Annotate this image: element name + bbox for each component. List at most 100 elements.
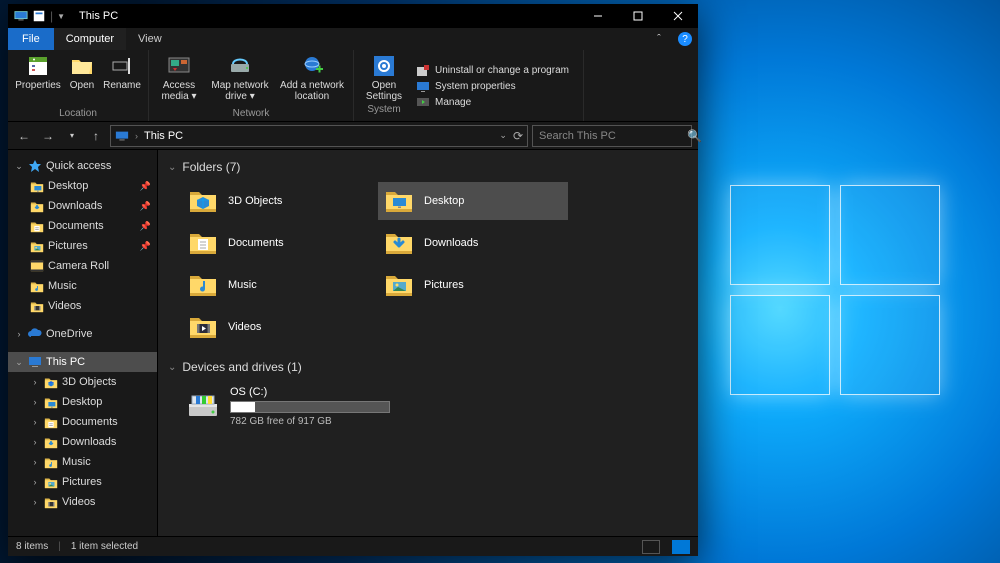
3dobjects-icon <box>44 375 58 389</box>
tab-view[interactable]: View <box>126 28 174 50</box>
navbar: ← → ▾ ↑ › This PC ⌄ ⟳ 🔍 <box>8 122 698 150</box>
status-bar: 8 items | 1 item selected <box>8 536 698 556</box>
tab-computer[interactable]: Computer <box>54 28 126 50</box>
help-button[interactable]: ? <box>672 28 698 50</box>
chevron-right-icon[interactable]: › <box>30 437 40 447</box>
sidebar-item-desktop[interactable]: Desktop📌 <box>8 176 157 196</box>
chevron-right-icon[interactable]: › <box>30 397 40 407</box>
chevron-right-icon[interactable]: › <box>30 457 40 467</box>
music-icon <box>188 270 218 300</box>
access-media-button[interactable]: Access media ▾ <box>155 52 203 106</box>
downloads-icon <box>30 199 44 213</box>
chevron-down-icon[interactable]: ⌄ <box>168 362 176 373</box>
nav-recent-button[interactable]: ▾ <box>62 126 82 146</box>
sidebar-item-music[interactable]: Music <box>8 276 157 296</box>
folder-documents[interactable]: Documents <box>182 224 372 262</box>
documents-icon <box>44 415 58 429</box>
properties-icon[interactable] <box>32 9 46 23</box>
system-properties-button[interactable]: System properties <box>416 80 569 94</box>
ribbon: Properties Open Rename Location Access m… <box>8 50 698 122</box>
folder-videos[interactable]: Videos <box>182 308 372 346</box>
open-settings-button[interactable]: Open Settings <box>360 52 408 102</box>
chevron-right-icon[interactable]: › <box>14 329 24 339</box>
ribbon-group-network: Access media ▾ Map network drive ▾ Add a… <box>149 50 354 121</box>
sidebar-item-documents[interactable]: ›Documents <box>8 412 157 432</box>
chevron-down-icon[interactable]: ⌄ <box>168 162 176 173</box>
sidebar-item-videos[interactable]: Videos <box>8 296 157 316</box>
rename-icon <box>110 54 134 78</box>
tiles-view-button[interactable] <box>672 540 690 554</box>
folder-pictures[interactable]: Pictures <box>378 266 568 304</box>
minimize-button[interactable] <box>578 4 618 28</box>
sidebar-item-documents[interactable]: Documents📌 <box>8 216 157 236</box>
content-pane[interactable]: ⌄ Folders (7) 3D ObjectsDesktopDocuments… <box>158 150 698 536</box>
nav-up-button[interactable]: ↑ <box>86 126 106 146</box>
manage-icon <box>416 96 430 110</box>
chevron-right-icon[interactable]: › <box>30 497 40 507</box>
folder-music[interactable]: Music <box>182 266 372 304</box>
chevron-right-icon[interactable]: › <box>30 417 40 427</box>
folder-downloads[interactable]: Downloads <box>378 224 568 262</box>
search-box[interactable]: 🔍 <box>532 125 692 147</box>
sidebar-item-camera-roll[interactable]: Camera Roll <box>8 256 157 276</box>
media-icon <box>167 54 191 78</box>
file-tab[interactable]: File <box>8 28 54 50</box>
properties-button[interactable]: Properties <box>14 52 62 106</box>
monitor-icon <box>416 80 430 94</box>
titlebar[interactable]: | ▼ This PC <box>8 4 698 28</box>
pin-icon: 📌 <box>140 181 151 192</box>
chevron-right-icon[interactable]: › <box>135 131 138 141</box>
tree-this-pc[interactable]: ⌄ This PC <box>8 352 157 372</box>
address-bar[interactable]: › This PC ⌄ ⟳ <box>110 125 528 147</box>
chevron-right-icon[interactable]: › <box>30 377 40 387</box>
tree-quick-access[interactable]: ⌄ Quick access <box>8 156 157 176</box>
chevron-down-icon[interactable]: ⌄ <box>14 161 24 172</box>
sidebar-item-videos[interactable]: ›Videos <box>8 492 157 512</box>
tree-onedrive[interactable]: › OneDrive <box>8 324 157 344</box>
ribbon-group-system: Open Settings System Uninstall or change… <box>354 50 584 121</box>
nav-back-button[interactable]: ← <box>14 126 34 146</box>
sidebar-item-music[interactable]: ›Music <box>8 452 157 472</box>
uninstall-icon <box>416 64 430 78</box>
search-icon[interactable]: 🔍 <box>687 129 702 143</box>
ribbon-tabs: File Computer View ˆ ? <box>8 28 698 50</box>
collapse-ribbon-button[interactable]: ˆ <box>646 28 672 50</box>
sidebar-item-desktop[interactable]: ›Desktop <box>8 392 157 412</box>
breadcrumb[interactable]: This PC <box>144 130 183 142</box>
videos-icon <box>44 495 58 509</box>
open-button[interactable]: Open <box>64 52 100 106</box>
maximize-button[interactable] <box>618 4 658 28</box>
map-network-drive-button[interactable]: Map network drive ▾ <box>205 52 275 106</box>
chevron-right-icon[interactable]: › <box>30 477 40 487</box>
folder-3dobjects[interactable]: 3D Objects <box>182 182 372 220</box>
drive-c[interactable]: OS (C:) 782 GB free of 917 GB <box>182 382 462 431</box>
sidebar-item-pictures[interactable]: ›Pictures <box>8 472 157 492</box>
manage-button[interactable]: Manage <box>416 96 569 110</box>
sidebar-item-downloads[interactable]: Downloads📌 <box>8 196 157 216</box>
address-dropdown-icon[interactable]: ⌄ <box>499 130 507 141</box>
this-pc-icon <box>28 355 42 369</box>
close-button[interactable] <box>658 4 698 28</box>
desktop-icon <box>44 395 58 409</box>
qat-dropdown-icon[interactable]: ▼ <box>57 12 65 21</box>
nav-forward-button[interactable]: → <box>38 126 58 146</box>
sidebar-item-downloads[interactable]: ›Downloads <box>8 432 157 452</box>
sidebar-item-pictures[interactable]: Pictures📌 <box>8 236 157 256</box>
windows-logo-icon <box>730 185 950 405</box>
refresh-icon[interactable]: ⟳ <box>513 129 523 143</box>
uninstall-program-button[interactable]: Uninstall or change a program <box>416 64 569 78</box>
gear-icon <box>372 54 396 78</box>
drives-header[interactable]: ⌄ Devices and drives (1) <box>168 360 688 374</box>
desktop-icon <box>30 179 44 193</box>
music-icon <box>30 279 44 293</box>
details-view-button[interactable] <box>642 540 660 554</box>
folders-header[interactable]: ⌄ Folders (7) <box>168 160 688 174</box>
folder-desktop[interactable]: Desktop <box>378 182 568 220</box>
chevron-down-icon[interactable]: ⌄ <box>14 357 24 368</box>
drive-usage-bar <box>230 401 390 413</box>
rename-button[interactable]: Rename <box>102 52 142 106</box>
search-input[interactable] <box>539 130 681 142</box>
navigation-pane[interactable]: ⌄ Quick access Desktop📌Downloads📌Documen… <box>8 150 158 536</box>
sidebar-item-3dobjects[interactable]: ›3D Objects <box>8 372 157 392</box>
add-network-location-button[interactable]: Add a network location <box>277 52 347 106</box>
